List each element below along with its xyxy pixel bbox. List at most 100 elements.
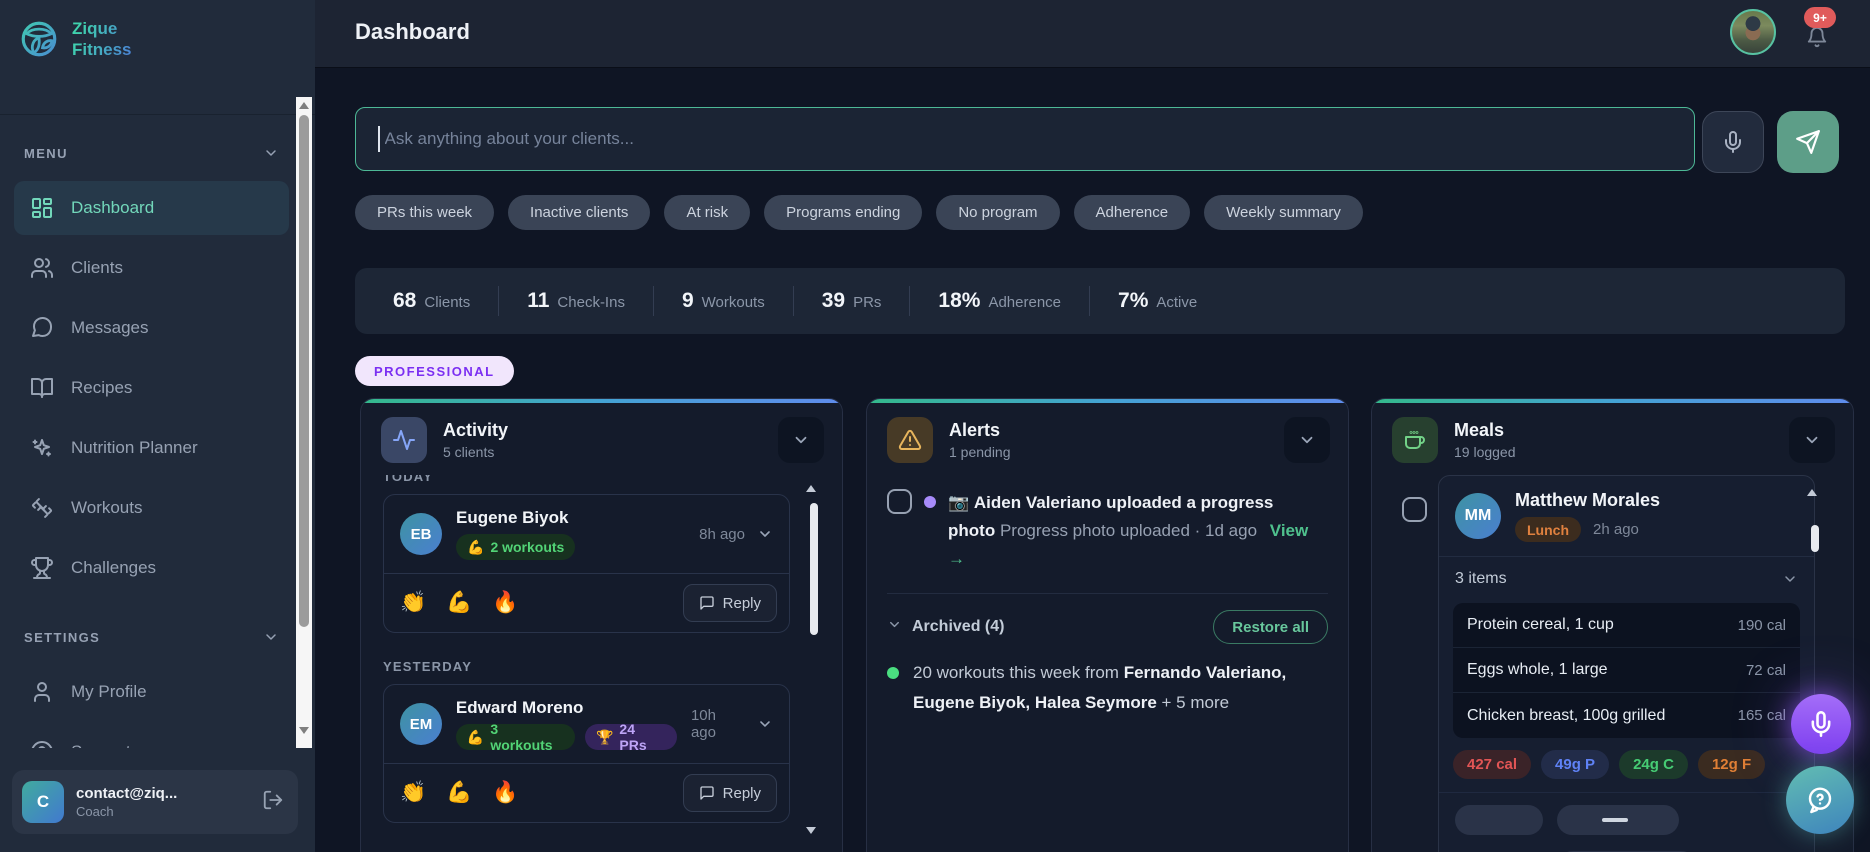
day-group-label: YESTERDAY xyxy=(383,659,473,674)
meal-entry-card: MM Matthew Morales Lunch 2h ago 3 items xyxy=(1438,475,1815,852)
meal-item-row: Protein cereal, 1 cup 190 cal xyxy=(1453,603,1800,648)
chat-bubble-icon xyxy=(699,596,714,610)
protein-badge: 49g P xyxy=(1541,750,1610,779)
help-chat-button[interactable] xyxy=(1786,766,1854,834)
main-content: PRs this week Inactive clients At risk P… xyxy=(315,69,1870,852)
sidebar-item-my-profile[interactable]: My Profile xyxy=(14,665,289,719)
chevron-down-icon[interactable] xyxy=(887,617,902,637)
archived-text: 20 workouts this week from Fernando Vale… xyxy=(913,663,1287,712)
archived-header: Archived (4) Restore all xyxy=(887,610,1328,644)
meal-entry-header: MM Matthew Morales Lunch 2h ago xyxy=(1439,476,1814,556)
restore-all-button[interactable]: Restore all xyxy=(1213,610,1328,644)
scrollbar-down-arrow[interactable] xyxy=(806,827,816,834)
sidebar-item-recipes[interactable]: Recipes xyxy=(14,361,289,415)
voice-assistant-button[interactable] xyxy=(1791,694,1851,754)
search-input[interactable] xyxy=(379,108,1694,170)
scrollbar-down-arrow[interactable] xyxy=(299,727,309,734)
chip-no-program[interactable]: No program xyxy=(936,195,1060,230)
chip-inactive-clients[interactable]: Inactive clients xyxy=(508,195,651,230)
mic-icon xyxy=(1811,711,1831,737)
reply-button[interactable]: Reply xyxy=(682,584,777,622)
camera-emoji: 📷 xyxy=(948,493,970,512)
settings-section-header[interactable]: SETTINGS xyxy=(14,629,289,645)
card-title: Meals xyxy=(1454,420,1505,440)
scrollbar-thumb[interactable] xyxy=(299,115,309,627)
chevron-down-icon xyxy=(1785,576,1795,582)
timestamp: 8h ago xyxy=(699,525,745,543)
sidebar-item-clients[interactable]: Clients xyxy=(14,241,289,295)
reply-button[interactable]: Reply xyxy=(682,774,777,812)
archived-item: 20 workouts this week from Fernando Vale… xyxy=(887,658,1328,718)
sidebar-item-nutrition-planner[interactable]: Nutrition Planner xyxy=(14,421,289,475)
fire-reaction[interactable]: 🔥 xyxy=(492,591,518,615)
sidebar: Zique Fitness MENU Dashboard Clients Mes… xyxy=(0,0,315,852)
bell-icon[interactable] xyxy=(1806,26,1828,53)
send-icon xyxy=(1796,130,1820,154)
activity-item-header[interactable]: EB Eugene Biyok 💪 2 workouts 8h ago xyxy=(384,495,789,573)
chip-at-risk[interactable]: At risk xyxy=(664,195,751,230)
sidebar-item-label: Support xyxy=(71,742,131,748)
collapse-button[interactable] xyxy=(1789,417,1835,463)
chip-prs-this-week[interactable]: PRs this week xyxy=(355,195,495,230)
sidebar-item-workouts[interactable]: Workouts xyxy=(14,481,289,535)
help-circle-icon xyxy=(31,741,53,748)
muscle-reaction[interactable]: 💪 xyxy=(446,781,472,805)
coach-avatar-photo[interactable] xyxy=(1730,9,1776,55)
scrollbar-up-arrow[interactable] xyxy=(806,485,816,492)
chevron-down-icon[interactable] xyxy=(757,716,773,732)
client-name: Edward Moreno xyxy=(455,698,584,717)
chevron-down-icon[interactable] xyxy=(757,526,773,542)
collapse-button[interactable] xyxy=(778,417,824,463)
scrollbar-up-arrow[interactable] xyxy=(299,102,309,109)
sidebar-scroll-area: MENU Dashboard Clients Messages Recipes … xyxy=(0,115,315,748)
chip-adherence[interactable]: Adherence xyxy=(1073,195,1191,230)
alert-item: 📷 Aiden Valeriano uploaded a progress ph… xyxy=(887,489,1328,573)
workouts-badge: 💪 2 workouts xyxy=(456,534,576,560)
send-button[interactable] xyxy=(1777,111,1839,173)
meal-actions-row xyxy=(1439,792,1814,835)
globe-logo-icon xyxy=(21,21,57,57)
quick-filter-chips: PRs this week Inactive clients At risk P… xyxy=(355,195,1363,230)
brand-logo: Zique Fitness xyxy=(0,0,315,61)
page-title: Dashboard xyxy=(355,19,470,44)
card-subtitle: 19 logged xyxy=(1454,444,1516,460)
clap-reaction[interactable]: 👏 xyxy=(400,591,426,615)
alert-checkbox[interactable] xyxy=(887,489,912,514)
sidebar-scrollbar[interactable] xyxy=(296,97,312,748)
scrollbar-up-arrow[interactable] xyxy=(1807,489,1817,496)
chip-weekly-summary[interactable]: Weekly summary xyxy=(1204,195,1363,230)
scrollbar-thumb[interactable] xyxy=(810,503,818,635)
fire-reaction[interactable]: 🔥 xyxy=(492,781,518,805)
meals-card: Meals 19 logged MM Matthew Morales Lunch… xyxy=(1371,398,1854,852)
chat-bubble-icon xyxy=(699,786,714,800)
dumbbell-icon xyxy=(32,498,52,518)
chip-programs-ending[interactable]: Programs ending xyxy=(764,195,923,230)
sidebar-item-challenges[interactable]: Challenges xyxy=(14,541,289,595)
user-role: Coach xyxy=(76,804,114,819)
unread-dot xyxy=(924,496,936,508)
notification-badge[interactable]: 9+ xyxy=(1804,7,1836,28)
app-root: Zique Fitness MENU Dashboard Clients Mes… xyxy=(0,0,1870,852)
scrollbar-thumb[interactable] xyxy=(1811,525,1819,552)
activity-item-header[interactable]: EM Edward Moreno 💪 3 workouts 🏆 24 PRs 10h… xyxy=(384,685,789,763)
user-account-card[interactable]: C contact@ziq... Coach xyxy=(12,770,298,834)
archived-label[interactable]: Archived (4) xyxy=(912,618,1004,636)
items-count-row[interactable]: 3 items xyxy=(1439,556,1814,601)
collapse-button[interactable] xyxy=(1284,417,1330,463)
meal-checkbox[interactable] xyxy=(1402,497,1427,522)
success-dot xyxy=(887,667,899,679)
action-pill[interactable] xyxy=(1557,805,1679,835)
reaction-row: 👏 💪 🔥 xyxy=(400,591,518,615)
menu-section-header[interactable]: MENU xyxy=(14,145,289,161)
mic-button[interactable] xyxy=(1702,111,1764,173)
muscle-reaction[interactable]: 💪 xyxy=(446,591,472,615)
brand-name: Zique Fitness xyxy=(72,19,132,60)
users-icon xyxy=(31,258,53,278)
sidebar-item-messages[interactable]: Messages xyxy=(14,301,289,355)
logout-icon[interactable] xyxy=(262,789,284,816)
action-pill[interactable] xyxy=(1455,805,1543,835)
sidebar-item-dashboard[interactable]: Dashboard xyxy=(14,181,289,235)
sidebar-item-support[interactable]: Support xyxy=(14,725,289,748)
clap-reaction[interactable]: 👏 xyxy=(400,781,426,805)
user-icon xyxy=(34,682,50,702)
